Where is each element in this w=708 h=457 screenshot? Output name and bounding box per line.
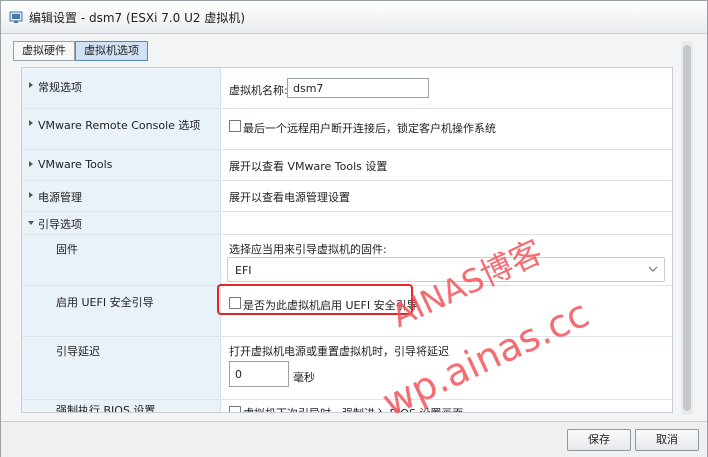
boot-delay-input[interactable] — [229, 361, 289, 387]
vm-name-label: 虚拟机名称: — [229, 84, 288, 97]
row-label-cell: 强制执行 BIOS 设置 — [22, 400, 221, 413]
row-label-cell[interactable]: 引导选项 — [22, 212, 221, 234]
row-vmware-tools: VMware Tools 展开以查看 VMware Tools 设置 — [22, 150, 672, 181]
cancel-button[interactable]: 取消 — [635, 429, 699, 451]
force-bios-label: 强制执行 BIOS 设置 — [56, 404, 156, 413]
expand-arrow-icon[interactable] — [29, 82, 33, 88]
row-general-options: 常规选项 虚拟机名称: — [22, 68, 672, 109]
row-power-management: 电源管理 展开以查看电源管理设置 — [22, 181, 672, 212]
title-bar: 编辑设置 - dsm7 (ESXi 7.0 U2 虚拟机) — [1, 1, 707, 34]
vmware-tools-hint: 展开以查看 VMware Tools 设置 — [229, 160, 388, 173]
row-value-cell: 最后一个远程用户断开连接后，锁定客户机操作系统 — [221, 109, 672, 149]
firmware-label: 固件 — [56, 243, 78, 256]
row-force-bios: 强制执行 BIOS 设置 虚拟机下次引导时，强制进入 BIOS 设置画面 — [22, 400, 672, 413]
row-firmware: 固件 选择应当用来引导虚拟机的固件: EFI — [22, 235, 672, 286]
collapse-arrow-icon[interactable] — [28, 221, 34, 225]
row-value-cell: 展开以查看电源管理设置 — [221, 181, 672, 211]
row-vmrc-options: VMware Remote Console 选项 最后一个远程用户断开连接后，锁… — [22, 109, 672, 150]
power-management-label: 电源管理 — [38, 191, 82, 204]
boot-options-label: 引导选项 — [38, 218, 82, 231]
firmware-selected-value: EFI — [235, 264, 252, 277]
row-label-cell[interactable]: 电源管理 — [22, 181, 221, 211]
chevron-down-icon — [648, 266, 658, 272]
vm-settings-icon — [9, 11, 23, 23]
general-options-label: 常规选项 — [38, 81, 82, 94]
boot-delay-label: 引导延迟 — [56, 345, 100, 358]
row-label-cell: 引导延迟 — [22, 337, 221, 399]
tab-bar: 虚拟硬件 虚拟机选项 — [13, 41, 148, 61]
force-bios-checkbox[interactable] — [229, 406, 241, 412]
boot-delay-unit: 毫秒 — [293, 371, 315, 384]
vm-options-panel: 常规选项 虚拟机名称: VMware Remote Console 选项 最后一… — [21, 67, 673, 413]
lock-guest-checkbox[interactable] — [229, 120, 241, 132]
vm-name-input[interactable] — [287, 78, 429, 98]
row-value-cell — [221, 212, 672, 234]
vmware-tools-label: VMware Tools — [38, 158, 113, 171]
row-label-cell[interactable]: 常规选项 — [22, 68, 221, 108]
expand-arrow-icon[interactable] — [29, 161, 33, 167]
tab-vm-options[interactable]: 虚拟机选项 — [75, 41, 148, 61]
row-value-cell: 虚拟机下次引导时，强制进入 BIOS 设置画面 — [221, 400, 672, 412]
dialog-title: 编辑设置 - dsm7 (ESXi 7.0 U2 虚拟机) — [29, 10, 246, 25]
row-value-cell: 展开以查看 VMware Tools 设置 — [221, 150, 672, 180]
row-label-cell[interactable]: VMware Tools — [22, 150, 221, 180]
firmware-hint: 选择应当用来引导虚拟机的固件: — [229, 243, 387, 256]
row-value-cell: 虚拟机名称: — [221, 68, 672, 108]
row-label-cell[interactable]: VMware Remote Console 选项 — [22, 109, 221, 149]
uefi-highlight-box — [217, 284, 413, 315]
row-boot-options: 引导选项 — [22, 212, 672, 235]
boot-delay-hint: 打开虚拟机电源或重置虚拟机时，引导将延迟 — [229, 345, 449, 358]
vmrc-options-label: VMware Remote Console 选项 — [38, 119, 201, 132]
row-boot-delay: 引导延迟 打开虚拟机电源或重置虚拟机时，引导将延迟 毫秒 — [22, 337, 672, 400]
row-label-cell: 启用 UEFI 安全引导 — [22, 286, 221, 336]
scrollbar-thumb[interactable] — [683, 45, 691, 411]
uefi-secure-boot-label: 启用 UEFI 安全引导 — [56, 296, 154, 309]
lock-guest-checkbox-label: 最后一个远程用户断开连接后，锁定客户机操作系统 — [243, 122, 496, 135]
edit-settings-dialog: 编辑设置 - dsm7 (ESXi 7.0 U2 虚拟机) 虚拟硬件 虚拟机选项… — [0, 0, 708, 457]
expand-arrow-icon[interactable] — [29, 192, 33, 198]
power-management-hint: 展开以查看电源管理设置 — [229, 191, 350, 204]
expand-arrow-icon[interactable] — [29, 120, 33, 126]
tab-virtual-hardware[interactable]: 虚拟硬件 — [13, 41, 75, 61]
row-label-cell: 固件 — [22, 235, 221, 285]
save-button[interactable]: 保存 — [567, 429, 631, 451]
